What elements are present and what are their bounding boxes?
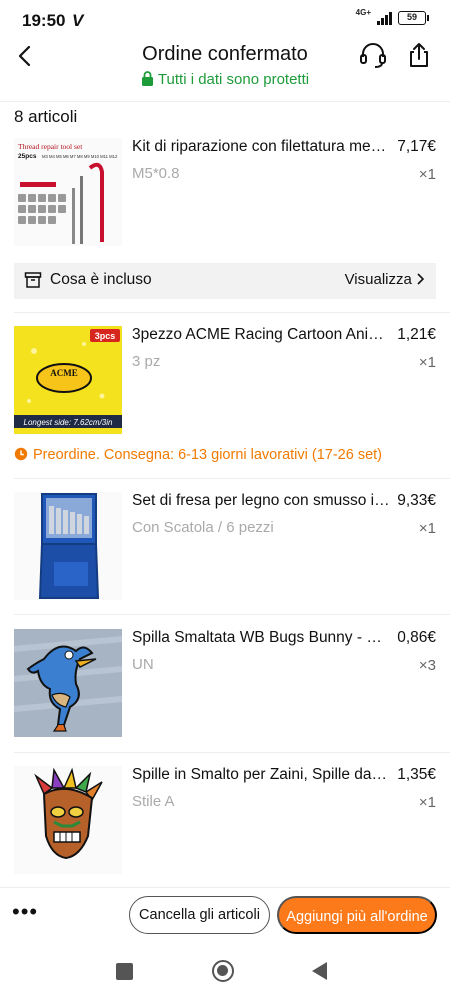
product-image[interactable]: Thread repair tool set 25pcs M3 M4 M5 M6… (14, 138, 122, 246)
thumb-text: 25pcs (18, 153, 37, 160)
network-type: 4G+ (355, 8, 371, 17)
thumb-text: Thread repair tool set (18, 142, 83, 151)
product-image[interactable] (14, 492, 122, 600)
item-quantity: ×1 (418, 794, 436, 811)
preorder-notice: Preordine. Consegna: 6-13 giorni lavorat… (14, 447, 382, 463)
preorder-text: Preordine. Consegna: 6-13 giorni lavorat… (33, 447, 382, 463)
recents-icon[interactable] (116, 963, 133, 980)
header: Ordine confermato Tutti i dati sono prot… (0, 40, 450, 102)
security-note: Tutti i dati sono protetti (0, 71, 450, 88)
item-variant: M5*0.8 (132, 165, 180, 182)
chevron-right-icon (417, 273, 425, 285)
product-image[interactable]: 3pcs ACME Longest side: 7.62cm/3in (14, 326, 122, 434)
divider (14, 478, 450, 479)
home-icon[interactable] (212, 960, 234, 982)
item-title[interactable]: Set di fresa per legno con smusso i… (132, 492, 390, 510)
item-quantity: ×1 (418, 520, 436, 537)
item-quantity: ×1 (418, 166, 436, 183)
thumb-badge: 3pcs (95, 331, 116, 341)
headset-icon (360, 43, 386, 68)
lock-icon (141, 71, 153, 86)
status-time: 19:50 (22, 11, 66, 30)
more-options-button[interactable]: ••• (12, 901, 38, 923)
item-price: 1,35€ (397, 766, 436, 783)
item-variant: Con Scatola / 6 pezzi (132, 519, 274, 536)
cancel-items-button[interactable]: Cancella gli articoli (129, 896, 270, 934)
thumb-brand: ACME (50, 368, 78, 378)
share-button[interactable] (404, 40, 434, 70)
item-title[interactable]: Spilla Smaltata WB Bugs Bunny - Sp… (132, 629, 390, 647)
security-note-text: Tutti i dati sono protetti (157, 71, 310, 88)
divider (14, 614, 450, 615)
product-image[interactable] (14, 629, 122, 737)
view-link-label: Visualizza (344, 271, 412, 288)
battery-level: 59 (406, 12, 417, 22)
thumb-caption: Longest side: 7.62cm/3in (24, 418, 113, 427)
item-variant: 3 pz (132, 353, 161, 370)
item-price: 7,17€ (397, 138, 436, 155)
thumb-text: M3 M4 M5 M6 M7 M8 M9 M10 M11 M12 (42, 154, 118, 159)
back-triangle-icon[interactable] (312, 962, 327, 980)
system-nav-bar (0, 941, 450, 1000)
item-count: 8 articoli (14, 107, 78, 126)
item-price: 9,33€ (397, 492, 436, 509)
divider (14, 312, 450, 313)
add-to-order-button[interactable]: Aggiungi più all'ordine (277, 896, 437, 934)
carrier-logo: V (72, 11, 84, 30)
share-icon (410, 43, 428, 67)
chevron-left-icon (18, 45, 31, 67)
item-title[interactable]: 3pezzo ACME Racing Cartoon Anim… (132, 326, 390, 344)
battery-icon: 59 (398, 11, 429, 25)
back-button[interactable] (12, 42, 40, 70)
action-bar: ••• Cancella gli articoli Aggiungi più a… (0, 887, 450, 941)
product-image[interactable] (14, 766, 122, 874)
clock-icon (14, 447, 28, 461)
signal-icon (377, 11, 392, 25)
item-price: 0,86€ (397, 629, 436, 646)
item-price: 1,21€ (397, 326, 436, 343)
item-variant: UN (132, 656, 154, 673)
support-button[interactable] (358, 40, 388, 70)
divider (14, 752, 450, 753)
item-title[interactable]: Spille in Smalto per Zaini, Spille da B… (132, 766, 390, 784)
whats-included-label: Cosa è incluso (50, 271, 152, 288)
item-quantity: ×3 (418, 657, 436, 674)
item-quantity: ×1 (418, 354, 436, 371)
box-icon (24, 272, 42, 288)
whats-included-row[interactable]: Cosa è incluso Visualizza (14, 263, 436, 299)
status-indicators: 4G+ 59 (355, 8, 429, 25)
item-title[interactable]: Kit di riparazione con filettatura met… (132, 138, 390, 156)
status-bar: 19:50 V 4G+ 59 (0, 0, 450, 40)
view-link[interactable]: Visualizza (344, 271, 425, 288)
item-variant: Stile A (132, 793, 175, 810)
